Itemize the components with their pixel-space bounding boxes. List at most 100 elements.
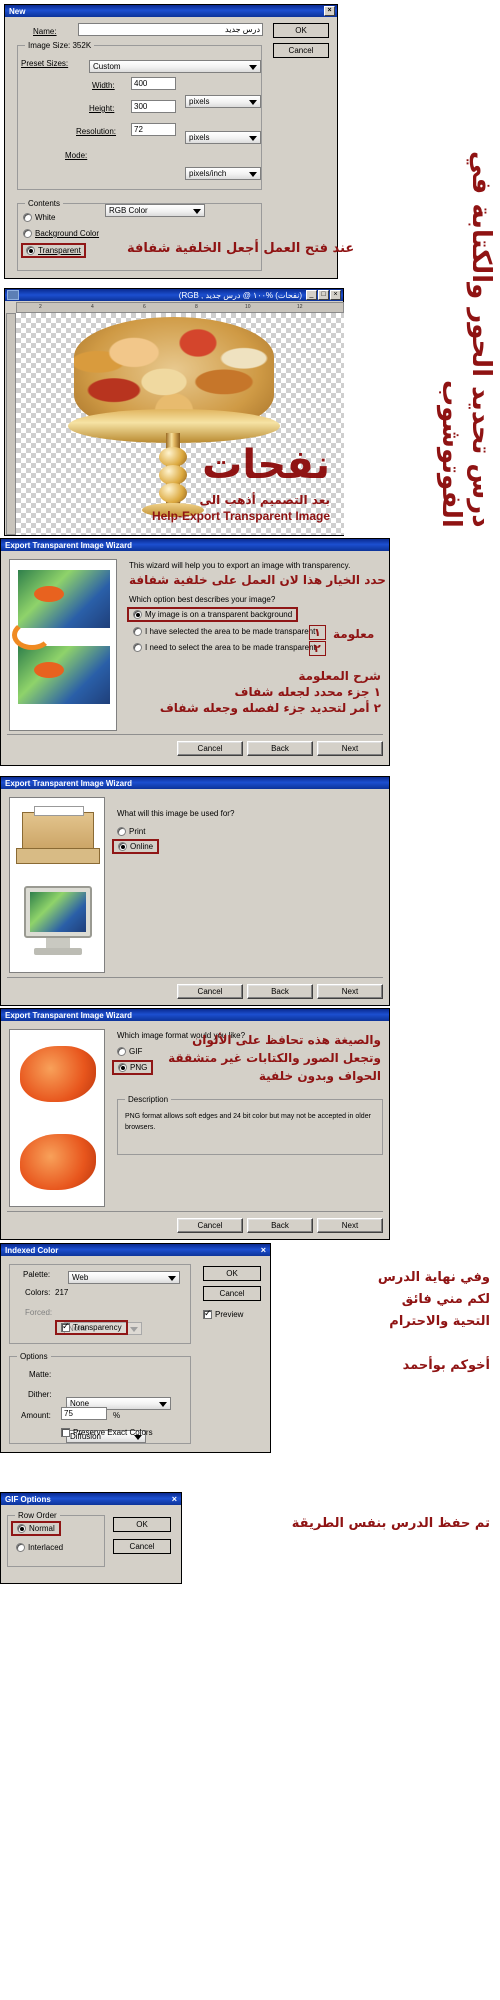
ok-button[interactable]: OK — [273, 23, 329, 38]
photoshop-icon — [7, 290, 19, 300]
indexed-annotation-line1: وفي نهاية الدرس — [377, 1270, 490, 1285]
wizard2-cancel-button[interactable]: Cancel — [177, 984, 243, 999]
indexed-color-dialog: Indexed Color × Palette: Web Colors: 217… — [0, 1243, 271, 1453]
wizard1-question: Which option best describes your image? — [129, 595, 276, 604]
chevron-down-icon — [249, 172, 257, 177]
wizard1-badge-2: ٢ — [309, 641, 326, 656]
amount-input[interactable]: 75 — [61, 1407, 107, 1420]
radio-indicator — [117, 827, 126, 836]
wizard2-option-online[interactable]: Online — [111, 839, 160, 854]
minimize-icon[interactable]: _ — [306, 290, 317, 300]
wizard3-cancel-button[interactable]: Cancel — [177, 1218, 243, 1233]
close-icon[interactable]: × — [261, 1245, 268, 1255]
wizard1-option-0-label: My image is on a transparent background — [145, 610, 293, 619]
preset-sizes-select[interactable]: Custom — [89, 60, 261, 73]
radio-indicator — [133, 610, 142, 619]
width-unit-value: pixels — [189, 96, 210, 106]
ps-title-text: (نفحات) %١٠٠ @ درس جديد , RGB) — [178, 290, 302, 300]
wizard1-titlebar[interactable]: Export Transparent Image Wizard — [1, 539, 389, 551]
contents-radio-white-label: White — [35, 213, 56, 222]
wizard3-option-png-label: PNG — [130, 1063, 148, 1072]
transparency-checkbox[interactable]: Transparency — [55, 1320, 128, 1335]
width-unit-select[interactable]: pixels — [185, 95, 261, 108]
amount-unit: % — [113, 1411, 121, 1420]
palette-select[interactable]: Web — [68, 1271, 180, 1284]
radio-indicator — [16, 1543, 25, 1552]
gif-options-titlebar[interactable]: GIF Options × — [1, 1493, 181, 1505]
checkbox-indicator — [61, 1428, 70, 1437]
wizard3-titlebar[interactable]: Export Transparent Image Wizard — [1, 1009, 389, 1021]
wizard1-option-2[interactable]: I need to select the area to be made tra… — [133, 643, 316, 652]
gif-ok-button[interactable]: OK — [113, 1517, 171, 1532]
wizard1-next-button[interactable]: Next — [317, 741, 383, 756]
wizard2-next-button[interactable]: Next — [317, 984, 383, 999]
new-dialog: New × Name: درس جديد OK Cancel Image Siz… — [4, 4, 354, 279]
wizard1-option-0[interactable]: My image is on a transparent background — [126, 607, 299, 622]
photoshop-document-window: (نفحات) %١٠٠ @ درس جديد , RGB) _ □ × 2 4… — [4, 288, 344, 536]
forced-label: Forced: — [25, 1308, 53, 1317]
close-icon[interactable]: × — [172, 1494, 179, 1504]
gif-cancel-button[interactable]: Cancel — [113, 1539, 171, 1554]
height-input[interactable]: 300 — [131, 100, 176, 113]
new-dialog-title: New — [9, 6, 26, 16]
new-dialog-titlebar[interactable]: New × — [5, 5, 337, 17]
monitor-screen — [30, 892, 86, 932]
contents-radio-white[interactable]: White — [23, 213, 55, 222]
close-icon[interactable]: × — [330, 290, 341, 300]
indexed-color-titlebar[interactable]: Indexed Color × — [1, 1244, 270, 1256]
contents-radio-background-color-label: Background Color — [35, 229, 100, 238]
chevron-down-icon — [130, 1327, 138, 1332]
row-order-normal[interactable]: Normal — [11, 1521, 61, 1536]
indexed-annotation-line3: التحية والاحترام — [389, 1314, 490, 1329]
preserve-exact-colors-label: Preserve Exact Colors — [73, 1428, 153, 1437]
wizard1-annotation-line1: شرح المعلومة — [298, 669, 381, 683]
contents-radio-transparent[interactable]: Transparent — [21, 243, 86, 258]
wizard1-option-1[interactable]: I have selected the area to be made tran… — [133, 627, 315, 636]
chevron-down-icon — [249, 136, 257, 141]
wizard3-next-button[interactable]: Next — [317, 1218, 383, 1233]
indexed-ok-button[interactable]: OK — [203, 1266, 261, 1281]
preset-sizes-label: Preset Sizes: — [21, 59, 69, 68]
row-order-normal-label: Normal — [29, 1524, 55, 1533]
fish-preview-bottom — [20, 1134, 96, 1190]
preview-fish-top — [34, 586, 64, 602]
wizard3-option-png[interactable]: PNG — [111, 1060, 154, 1075]
preview-checkbox[interactable]: Preview — [203, 1308, 243, 1319]
checkbox-indicator — [203, 1308, 212, 1319]
radio-indicator — [23, 213, 32, 222]
wizard2-titlebar[interactable]: Export Transparent Image Wizard — [1, 777, 389, 789]
indexed-annotation-line4: أخوكم بوأحمد — [402, 1358, 490, 1373]
indexed-cancel-button[interactable]: Cancel — [203, 1286, 261, 1301]
close-icon[interactable]: × — [324, 6, 335, 16]
vertical-ruler — [6, 313, 16, 535]
ruler-mark: 6 — [143, 304, 146, 310]
ruler-mark: 12 — [297, 304, 303, 310]
indexed-annotation-line2: لكم مني فائق — [401, 1292, 490, 1307]
wizard3-back-button[interactable]: Back — [247, 1218, 313, 1233]
resolution-input[interactable]: 72 — [131, 123, 176, 136]
row-order-interlaced[interactable]: Interlaced — [16, 1543, 63, 1552]
wizard2-back-button[interactable]: Back — [247, 984, 313, 999]
wizard3-dialog: Export Transparent Image Wizard Which im… — [0, 1008, 390, 1240]
preview-arrow-icon — [12, 620, 52, 650]
preserve-exact-colors-checkbox[interactable]: Preserve Exact Colors — [61, 1428, 153, 1437]
width-label: Width: — [92, 81, 115, 90]
width-input[interactable]: 400 — [131, 77, 176, 90]
maximize-icon[interactable]: □ — [318, 290, 329, 300]
document-canvas[interactable]: نفحات بعد التصميم أذهب الى Help-Export T… — [16, 313, 344, 535]
contents-radio-background-color[interactable]: Background Color — [23, 229, 99, 238]
wizard2-option-print[interactable]: Print — [117, 827, 145, 836]
resolution-unit-select[interactable]: pixels/inch — [185, 167, 261, 180]
ruler-mark: 8 — [195, 304, 198, 310]
height-unit-select[interactable]: pixels — [185, 131, 261, 144]
cancel-button[interactable]: Cancel — [273, 43, 329, 58]
wizard3-option-gif[interactable]: GIF — [117, 1047, 142, 1056]
wizard1-back-button[interactable]: Back — [247, 741, 313, 756]
wizard1-option-1-label: I have selected the area to be made tran… — [145, 627, 316, 636]
gif-options-annotation: تم حفظ الدرس بنفس الطريقة — [291, 1516, 490, 1531]
wizard1-title: Export Transparent Image Wizard — [5, 540, 133, 550]
name-input[interactable]: درس جديد — [78, 23, 263, 36]
watermark-sub: بعد التصميم أذهب الى — [199, 493, 331, 507]
wizard1-cancel-button[interactable]: Cancel — [177, 741, 243, 756]
ps-titlebar[interactable]: (نفحات) %١٠٠ @ درس جديد , RGB) _ □ × — [5, 289, 343, 301]
